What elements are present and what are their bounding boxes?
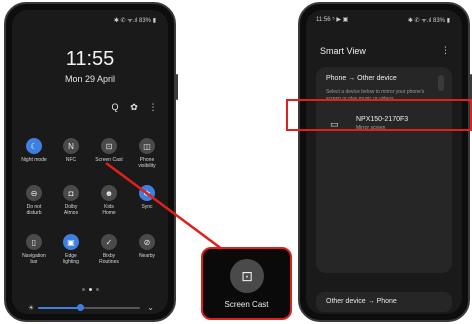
slider-thumb[interactable] [77, 304, 84, 311]
phone-right: 11:56 ⁵ ▶ ▣ ✱ ✆ ᯤ.ıl 83% ▮ Smart View ⋮ … [298, 2, 472, 322]
tile-label: NFC [65, 157, 77, 163]
tile-label: Kids Home [102, 204, 116, 216]
device-to-phone-card[interactable]: Other device → Phone [316, 292, 452, 312]
status-bar: ✱ ✆ ᯤ.ıl 83% ▮ [113, 18, 156, 24]
clock: 11:55 [65, 48, 115, 70]
tile-navigation-bar[interactable]: ▯ Navigation bar [16, 234, 52, 265]
tile-nfc[interactable]: N NFC [53, 138, 89, 163]
card-heading: Other device → Phone [326, 298, 397, 305]
tile-icon: ◘ [63, 185, 79, 201]
card-heading: Phone → Other device [326, 75, 397, 82]
tile-icon: ▣ [63, 234, 79, 250]
tile-label: Dolby Atmos [63, 204, 79, 216]
phone-to-device-card: Phone → Other device Select a device bel… [316, 67, 452, 273]
status-bar: ✱ ✆ ᯤ.ıl 83% ▮ [407, 18, 450, 24]
tile-icon: ◫ [139, 138, 155, 154]
tile-icon: N [63, 138, 79, 154]
tile-label: Do not disturb [26, 204, 42, 216]
tile-icon: ☻ [101, 185, 117, 201]
screen-cast-zoom-callout: ⊡ Screen Cast [201, 247, 292, 320]
tile-do-not-disturb[interactable]: ⊖ Do not disturb [16, 185, 52, 216]
search-icon[interactable]: Q [110, 102, 120, 113]
tile-night-mode[interactable]: ☾ Night mode [16, 138, 52, 163]
more-vert-icon[interactable]: ⋮ [441, 45, 450, 56]
tile-icon: ✓ [101, 234, 117, 250]
tile-icon: ☾ [26, 138, 42, 154]
page-title: Smart View [320, 46, 366, 56]
tile-edge-lighting[interactable]: ▣ Edge lighting [53, 234, 89, 265]
smart-view-screen: 11:56 ⁵ ▶ ▣ ✱ ✆ ᯤ.ıl 83% ▮ Smart View ⋮ … [306, 10, 462, 314]
scroll-indicator [438, 75, 444, 91]
tile-icon: ▯ [26, 234, 42, 250]
side-button [176, 74, 178, 100]
screen-cast-label: Screen Cast [224, 300, 269, 309]
tile-label: Nearby [138, 253, 156, 259]
tile-label: Bixby Routines [99, 253, 119, 265]
tile-icon: ⊖ [26, 185, 42, 201]
tile-icon: ⊘ [139, 234, 155, 250]
screen-cast-icon[interactable]: ⊡ [230, 259, 264, 293]
quick-panel-toolbar: Q ✿ ⋮ [110, 102, 158, 113]
tile-screen-cast[interactable]: ⊡ Screen Cast [91, 138, 127, 163]
date: Mon 29 April [64, 74, 116, 84]
more-vert-icon[interactable]: ⋮ [148, 102, 158, 113]
tile-dolby-atmos[interactable]: ◘ Dolby Atmos [53, 185, 89, 216]
tile-label: Screen Cast [95, 157, 123, 163]
slider-fill [38, 307, 80, 309]
sun-icon: ☀ [28, 305, 35, 312]
brightness-slider[interactable]: ☀ ⌄ [28, 303, 154, 312]
gear-icon[interactable]: ✿ [129, 102, 139, 113]
tile-sync[interactable]: ⟳ Sync [129, 185, 165, 210]
tile-phone-visibility[interactable]: ◫ Phone visibility [129, 138, 165, 169]
device-highlight-box [286, 99, 472, 131]
page-dot [81, 288, 85, 291]
tile-nearby[interactable]: ⊘ Nearby [129, 234, 165, 259]
tile-label: Edge lighting [63, 253, 79, 265]
tile-kids-home[interactable]: ☻ Kids Home [91, 185, 127, 216]
tile-label: Sync [141, 204, 153, 210]
quick-panel-screen: ✱ ✆ ᯤ.ıl 83% ▮ 11:55 Mon 29 April Q ✿ ⋮ … [12, 10, 168, 314]
tile-label: Navigation bar [22, 253, 46, 265]
page-dot [95, 288, 99, 291]
tile-label: Night mode [21, 157, 47, 163]
page-dot-active [88, 288, 92, 291]
status-bar-left: 11:56 ⁵ ▶ ▣ [316, 17, 349, 23]
tile-bixby-routines[interactable]: ✓ Bixby Routines [91, 234, 127, 265]
tile-icon: ⊡ [101, 138, 117, 154]
phone-left: ✱ ✆ ᯤ.ıl 83% ▮ 11:55 Mon 29 April Q ✿ ⋮ … [4, 2, 178, 322]
tile-label: Phone visibility [138, 157, 156, 169]
chevron-down-icon[interactable]: ⌄ [147, 303, 154, 312]
tile-icon: ⟳ [139, 185, 155, 201]
page-indicator [12, 288, 168, 291]
